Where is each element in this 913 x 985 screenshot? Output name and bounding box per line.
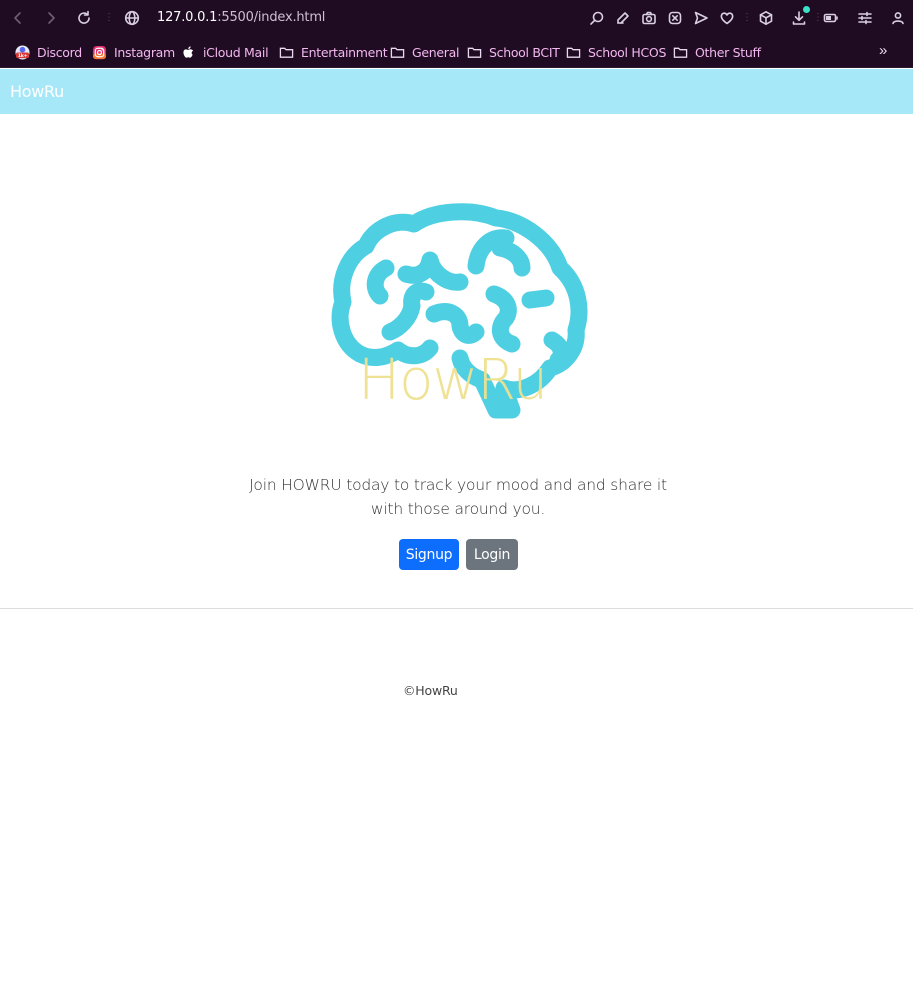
edit-icon — [617, 12, 629, 24]
back-button[interactable] — [8, 8, 28, 28]
forward-button[interactable] — [41, 8, 61, 28]
close-box-icon — [668, 11, 682, 25]
site-navbar: HowRu — [0, 69, 913, 114]
site-info-button[interactable] — [122, 8, 142, 28]
send-button[interactable] — [691, 8, 711, 28]
bookmark-label: Other Stuff — [695, 44, 761, 60]
bookmark-label: iCloud Mail — [203, 44, 269, 60]
edit-button[interactable] — [613, 8, 633, 28]
globe-icon — [124, 10, 140, 26]
battery-icon — [823, 13, 838, 23]
favorite-button[interactable] — [717, 8, 737, 28]
settings-button[interactable] — [855, 8, 875, 28]
close-tab-button[interactable] — [665, 8, 685, 28]
bookmark-icloud-mail[interactable]: iCloud Mail — [180, 43, 269, 61]
separator-dots: ⋮ — [742, 12, 752, 23]
camera-icon — [642, 11, 656, 25]
folder-icon — [565, 44, 581, 60]
search-icon — [590, 11, 604, 25]
folder-icon — [278, 44, 294, 60]
folder-icon — [466, 44, 482, 60]
battery-saver-button[interactable] — [821, 8, 841, 28]
url-path: :5500/index.html — [217, 10, 326, 25]
reload-button[interactable] — [74, 8, 94, 28]
bookmarks-bar: 1k+ Discord Instagram iCloud Mail Entert… — [0, 36, 913, 68]
navbar-brand[interactable]: HowRu — [10, 82, 64, 101]
bookmark-folder-entertainment[interactable]: Entertainment — [278, 43, 388, 61]
extensions-button[interactable] — [756, 8, 776, 28]
folder-icon — [389, 44, 405, 60]
bookmark-instagram[interactable]: Instagram — [91, 43, 175, 61]
bookmark-label: School HCOS — [588, 44, 667, 60]
bookmark-folder-school-hcos[interactable]: School HCOS — [565, 43, 666, 61]
screenshot-button[interactable] — [639, 8, 659, 28]
chevron-left-icon — [14, 12, 21, 24]
profile-button[interactable] — [888, 8, 908, 28]
login-button[interactable]: Login — [466, 539, 518, 570]
footer-divider — [0, 608, 913, 609]
browser-toolbar: ⋮ 127.0.0.1:5500/index.html ⋮ ⋮ — [0, 0, 913, 36]
discord-icon: 1k+ — [14, 44, 30, 60]
send-icon — [694, 11, 708, 25]
url-host: 127.0.0.1 — [157, 10, 218, 25]
chevron-right-icon — [48, 12, 55, 24]
bookmark-folder-general[interactable]: General — [389, 43, 459, 61]
separator-dots: ⋮ — [813, 12, 823, 23]
svg-text:1k+: 1k+ — [17, 53, 27, 59]
search-page-button[interactable] — [587, 8, 607, 28]
cube-icon — [759, 11, 773, 25]
bookmark-label: General — [412, 44, 460, 60]
logo-wordmark: HowRu — [358, 348, 548, 413]
bookmark-folder-other-stuff[interactable]: Other Stuff — [672, 43, 761, 61]
apple-icon — [180, 44, 196, 60]
bookmark-folder-school-bcit[interactable]: School BCIT — [466, 43, 560, 61]
bookmark-label: School BCIT — [489, 44, 560, 60]
footer-copyright: ©HowRu — [403, 683, 458, 698]
bookmark-discord[interactable]: 1k+ Discord — [14, 43, 82, 61]
bookmark-label: Discord — [37, 44, 82, 60]
separator-dots: ⋮ — [104, 12, 114, 23]
sliders-icon — [858, 11, 872, 25]
signup-button[interactable]: Signup — [399, 539, 459, 570]
bookmark-label: Entertainment — [301, 44, 388, 60]
bookmarks-overflow-button[interactable]: » — [879, 42, 887, 59]
address-bar[interactable]: 127.0.0.1:5500/index.html — [157, 10, 325, 25]
instagram-icon — [91, 44, 107, 60]
bookmark-label: Instagram — [114, 44, 175, 60]
folder-icon — [672, 44, 688, 60]
user-icon — [892, 12, 904, 25]
heart-icon — [720, 12, 734, 25]
intro-text: Join HOWRU today to track your mood and … — [249, 476, 667, 518]
reload-icon — [78, 10, 90, 24]
download-badge — [803, 6, 810, 13]
